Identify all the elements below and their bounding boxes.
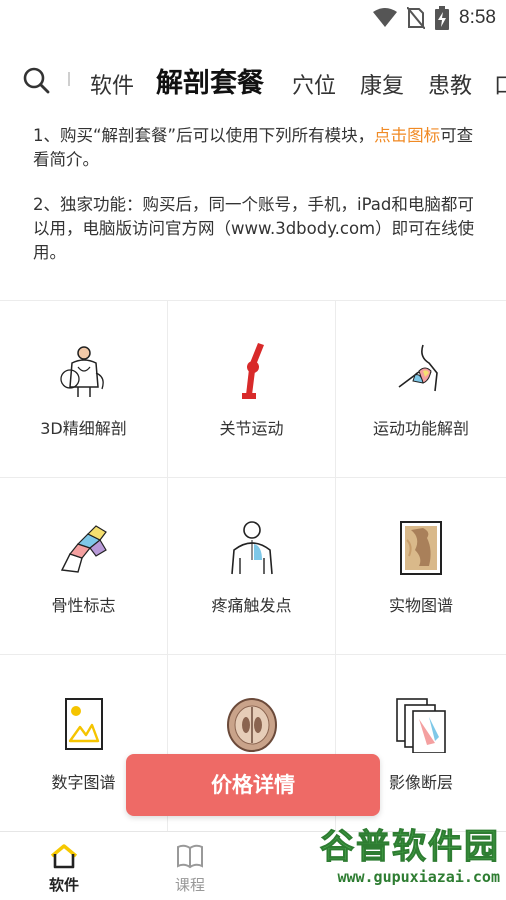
bottom-tab-label: 课程 (174, 876, 205, 894)
module-label: 运动功能解剖 (372, 419, 469, 438)
top-nav: 软件 解剖套餐 穴位 康复 患教 口 (0, 56, 506, 106)
module-bone-landmark[interactable]: 骨性标志 (0, 478, 168, 655)
sport-anatomy-icon (398, 344, 438, 392)
pain-trigger-icon (230, 521, 273, 575)
module-label: 骨性标志 (51, 596, 116, 615)
3d-anatomy-icon (59, 346, 104, 397)
tab-anatomy-package[interactable]: 解剖套餐 (156, 61, 264, 100)
module-grid: 3D精细解剖 关节运动 运动功能解剖 骨性标志 疼痛触发点 实物图谱 数字图谱 … (0, 300, 506, 832)
home-icon (50, 844, 78, 869)
bone-landmark-icon (60, 525, 107, 573)
watermark-url: www.gupuxiazai.com (337, 868, 500, 886)
tab-software[interactable]: 软件 (90, 68, 134, 100)
imaging-slice-icon (396, 698, 446, 753)
package-notes: 1、购买“解剖套餐”后可以使用下列所有模块，点击图标可查看简介。 2、独家功能：… (33, 124, 483, 286)
bottom-tab-software[interactable]: 软件 (24, 842, 104, 895)
joint-motion-icon (241, 343, 264, 399)
module-specimen-atlas[interactable]: 实物图谱 (336, 478, 506, 655)
brain-section-icon (226, 698, 277, 752)
specimen-atlas-icon (400, 521, 442, 575)
digital-atlas-icon (64, 698, 103, 750)
wifi-icon (373, 8, 398, 27)
module-label: 疼痛触发点 (211, 596, 292, 615)
search-icon[interactable] (22, 66, 50, 94)
tab-more[interactable]: 口 (494, 68, 506, 100)
tab-acupoint[interactable]: 穴位 (292, 68, 336, 100)
note-1: 1、购买“解剖套餐”后可以使用下列所有模块，点击图标可查看简介。 (33, 126, 474, 169)
clock: 8:58 (459, 7, 496, 28)
note-2: 2、独家功能：购买后，同一个账号，手机，iPad和电脑都可以用，电脑版访问官方网… (33, 195, 475, 262)
module-3d-anatomy[interactable]: 3D精细解剖 (0, 301, 168, 478)
tab-patient-education[interactable]: 患教 (428, 68, 472, 100)
bottom-tab-label: 软件 (48, 876, 79, 894)
book-icon (177, 844, 203, 869)
module-label: 3D精细解剖 (40, 419, 127, 438)
nav-divider (68, 72, 70, 86)
status-bar: 8:58 (0, 0, 506, 36)
bottom-tab-course[interactable]: 课程 (150, 842, 230, 895)
module-joint-motion[interactable]: 关节运动 (168, 301, 336, 478)
battery-charging-icon (435, 6, 450, 30)
note-link[interactable]: 点击图标 (374, 126, 440, 145)
module-pain-trigger[interactable]: 疼痛触发点 (168, 478, 336, 655)
module-label: 关节运动 (219, 419, 284, 438)
module-sport-anatomy[interactable]: 运动功能解剖 (336, 301, 506, 478)
price-details-button[interactable]: 价格详情 (126, 754, 380, 816)
module-label: 实物图谱 (388, 596, 453, 615)
watermark-title: 谷普软件园 (320, 827, 500, 868)
no-sim-icon (407, 7, 426, 29)
tab-rehab[interactable]: 康复 (360, 68, 404, 100)
site-watermark: 谷普软件园 www.gupuxiazai.com (272, 826, 501, 896)
